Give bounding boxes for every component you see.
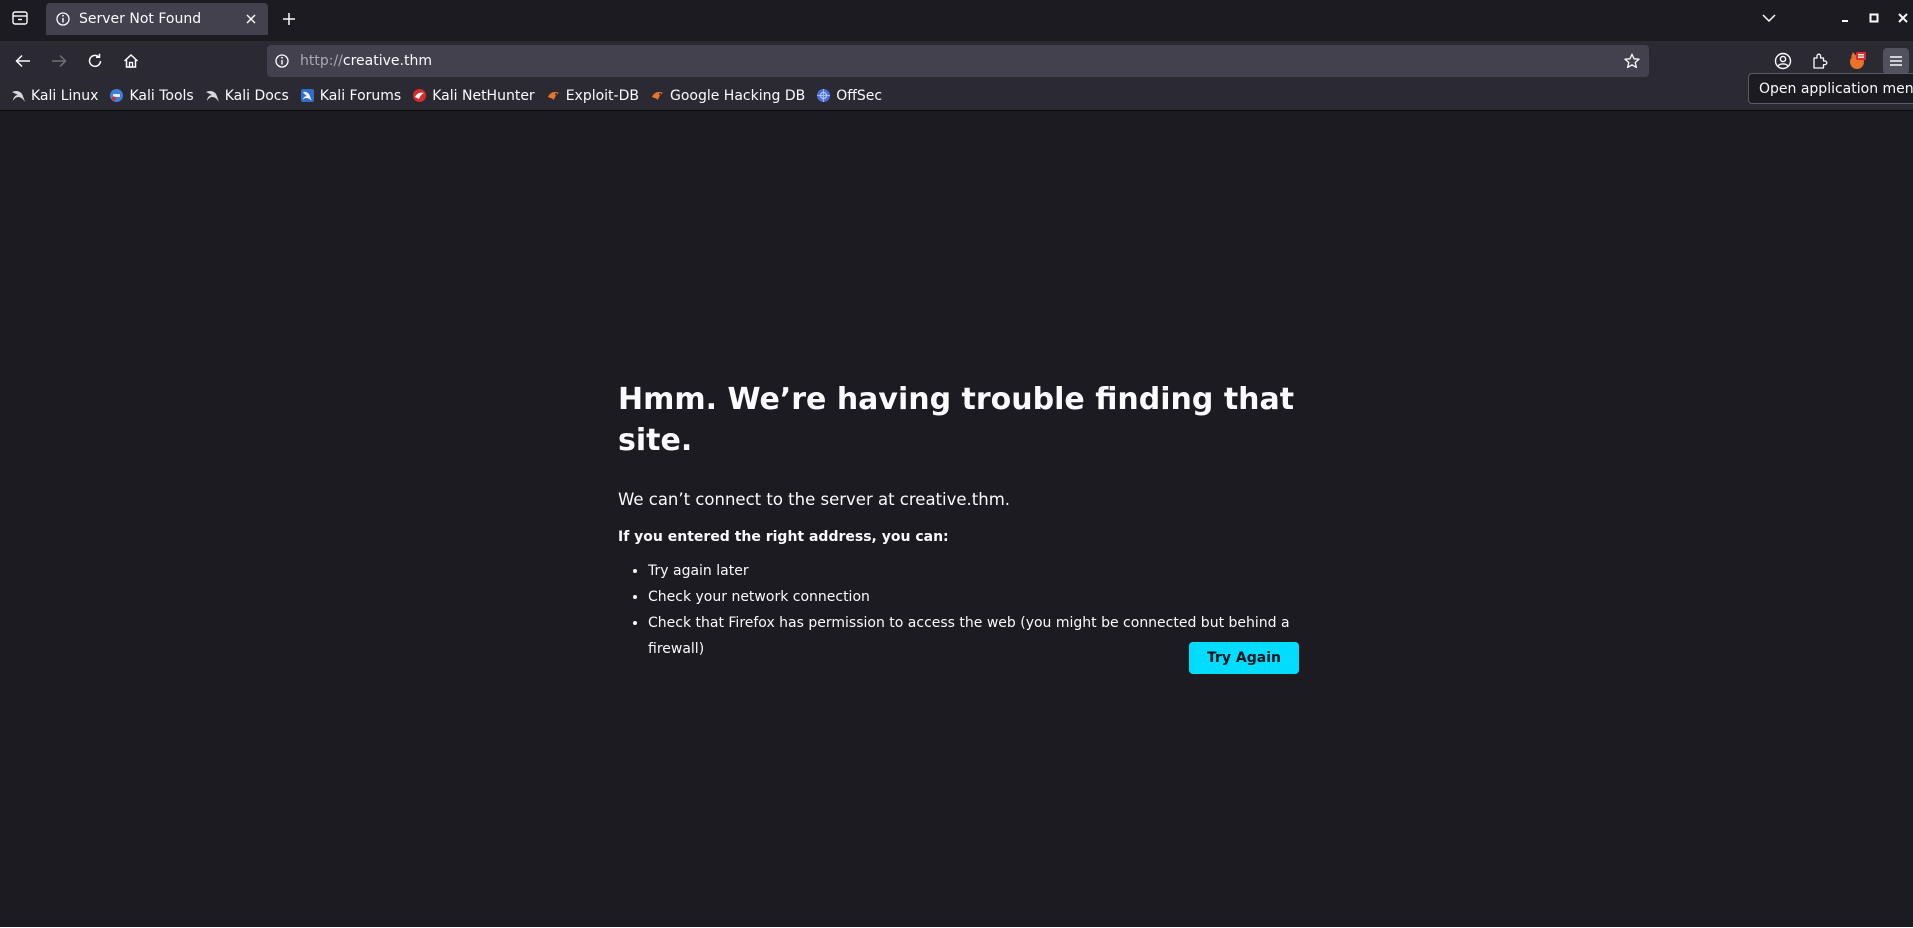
error-page: Hmm. We’re having trouble finding that s…	[618, 380, 1338, 662]
bookmark-label: Kali Forums	[319, 87, 402, 104]
offsec-icon	[816, 88, 831, 103]
url-text[interactable]: http://creative.thm	[300, 53, 432, 69]
bookmark-star-icon[interactable]	[1623, 52, 1641, 70]
bookmark-kali-linux[interactable]: Kali Linux	[11, 88, 98, 104]
bookmark-label: Kali Linux	[31, 87, 99, 104]
error-description: We can’t connect to the server at creati…	[618, 490, 1011, 509]
kali-dragon-icon	[11, 88, 26, 103]
nethunter-icon	[412, 88, 427, 103]
tab-list-icon[interactable]	[8, 7, 32, 29]
tab-strip: Server Not Found	[0, 0, 1913, 36]
bookmark-kali-nethunter[interactable]: Kali NetHunter	[412, 87, 535, 104]
home-icon[interactable]	[119, 49, 143, 73]
reload-icon[interactable]	[83, 49, 107, 73]
bookmark-label: OffSec	[836, 87, 883, 104]
try-again-button[interactable]: Try Again	[1189, 642, 1299, 674]
bookmark-label: Kali Docs	[224, 87, 289, 104]
chevron-down-icon[interactable]	[1758, 9, 1780, 27]
address-bar[interactable]: http://creative.thm	[267, 45, 1649, 77]
minimize-icon[interactable]	[1837, 10, 1853, 26]
list-item: Try again later	[648, 558, 1338, 584]
navigation-toolbar: http://creative.thm	[0, 41, 1913, 81]
extensions-icon[interactable]	[1807, 48, 1833, 74]
bookmark-kali-forums[interactable]: Kali Forums	[300, 88, 401, 104]
error-hint: If you entered the right address, you ca…	[618, 529, 949, 545]
maximize-icon[interactable]	[1866, 10, 1882, 26]
bookmark-kali-docs[interactable]: Kali Docs	[205, 88, 289, 104]
close-icon[interactable]	[244, 12, 258, 26]
forward-icon[interactable]	[47, 49, 71, 73]
kali-tools-icon	[109, 88, 124, 103]
tab-active[interactable]: Server Not Found	[46, 3, 268, 35]
foxyproxy-icon[interactable]	[1844, 48, 1870, 74]
exploit-db-icon	[546, 88, 561, 103]
url-scheme: http://	[300, 53, 343, 69]
bookmarks-toolbar: Kali Linux Kali Tools Kali Docs Kali For…	[0, 81, 1913, 111]
bookmark-exploit-db[interactable]: Exploit-DB	[546, 88, 639, 104]
url-host: creative.thm	[342, 53, 432, 69]
bookmark-label: Kali NetHunter	[432, 87, 535, 104]
account-icon[interactable]	[1770, 48, 1796, 74]
bookmark-offsec[interactable]: OffSec	[816, 88, 882, 104]
kali-dragon-icon	[205, 88, 220, 103]
kali-forums-icon	[300, 88, 315, 103]
info-icon	[55, 11, 71, 27]
exploit-db-icon	[650, 88, 665, 103]
bookmark-kali-tools[interactable]: Kali Tools	[109, 87, 194, 104]
back-icon[interactable]	[11, 49, 35, 73]
site-info-icon[interactable]	[274, 53, 290, 69]
bookmark-label: Exploit-DB	[565, 87, 639, 104]
hamburger-menu-icon[interactable]	[1883, 48, 1909, 74]
bookmark-label: Google Hacking DB	[669, 87, 806, 104]
bookmark-google-hacking-db[interactable]: Google Hacking DB	[650, 88, 805, 104]
error-title: Hmm. We’re having trouble finding that s…	[618, 382, 1295, 458]
window-close-icon[interactable]	[1895, 10, 1911, 26]
app-menu-tooltip: Open application menu	[1748, 73, 1913, 104]
new-tab-icon[interactable]	[278, 9, 300, 29]
list-item: Check your network connection	[648, 584, 1338, 610]
tab-title: Server Not Found	[79, 11, 202, 27]
bookmark-label: Kali Tools	[129, 87, 194, 104]
